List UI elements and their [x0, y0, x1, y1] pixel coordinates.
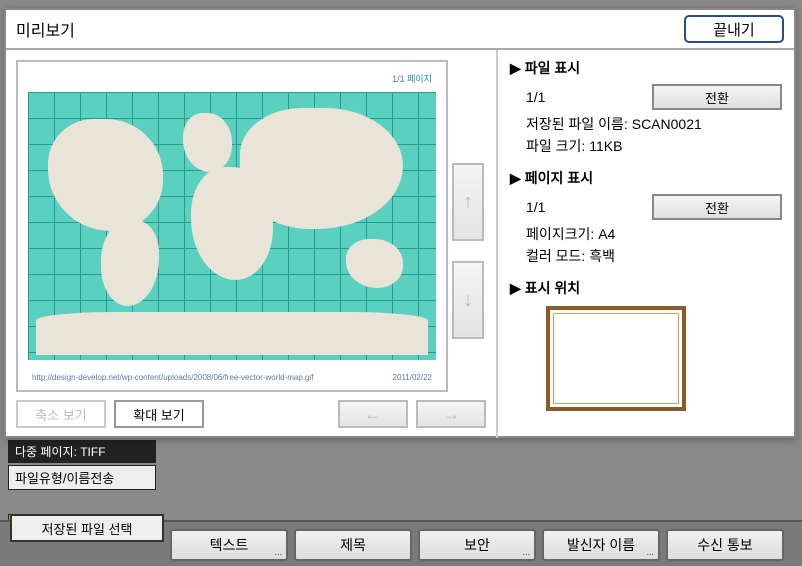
footer-receipt-button[interactable]: 수신 통보 [666, 529, 784, 561]
file-count: 1/1 [526, 89, 545, 105]
arrow-down-icon: ↓ [463, 289, 473, 312]
source-url: http://design-develop.net/wp-content/upl… [32, 373, 314, 382]
date-label: 2011/02/22 [393, 373, 432, 382]
page-count: 1/1 [526, 199, 545, 215]
triangle-right-icon: ▶ [510, 280, 521, 297]
footer-sender-button[interactable]: 발신자 이름... [542, 529, 660, 561]
page-size: 페이지크기: A4 [526, 224, 782, 244]
file-size: 파일 크기: 11KB [526, 136, 782, 156]
page-display-header: ▶ 페이지 표시 [510, 168, 782, 188]
display-position-header: ▶ 표시 위치 [510, 278, 782, 298]
footer-title-button[interactable]: 제목 [294, 529, 412, 561]
arrow-right-icon: → [442, 404, 460, 425]
file-switch-button[interactable]: 전환 [652, 84, 782, 110]
scroll-down-button[interactable]: ↓ [452, 261, 484, 339]
page-indicator: 1/1 페이지 [392, 72, 432, 85]
zoom-out-button[interactable]: 축소 보기 [16, 400, 106, 428]
footer-bar: 저장된 파일 선택 텍스트... 제목 보안... 발신자 이름... 수신 통… [0, 520, 802, 566]
page-switch-button[interactable]: 전환 [652, 194, 782, 220]
triangle-right-icon: ▶ [510, 170, 521, 187]
multi-page-label: 다중 페이지: TIFF [8, 440, 156, 463]
footer-text-button[interactable]: 텍스트... [170, 529, 288, 561]
saved-file-name: 저장된 파일 이름: SCAN0021 [526, 114, 782, 134]
file-type-button[interactable]: 파일유형/이름전송 [8, 465, 156, 490]
preview-image: 1/1 페이지 http://design-develop.net/wp-con… [16, 60, 448, 392]
next-page-button[interactable]: → [416, 400, 486, 428]
triangle-right-icon: ▶ [510, 60, 521, 77]
color-mode: 컬러 모드: 흑백 [526, 246, 782, 266]
footer-security-button[interactable]: 보안... [418, 529, 536, 561]
position-thumbnail[interactable] [546, 306, 686, 411]
dialog-title: 미리보기 [16, 17, 684, 41]
saved-file-select-button[interactable]: 저장된 파일 선택 [10, 514, 164, 542]
zoom-in-button[interactable]: 확대 보기 [114, 400, 204, 428]
arrow-left-icon: ← [364, 404, 382, 425]
world-map-image [28, 92, 436, 360]
scroll-up-button[interactable]: ↑ [452, 163, 484, 241]
prev-page-button[interactable]: ← [338, 400, 408, 428]
file-display-header: ▶ 파일 표시 [510, 58, 782, 78]
preview-dialog: 미리보기 끝내기 1/1 페이지 http:/ [4, 8, 796, 438]
finish-button[interactable]: 끝내기 [684, 15, 784, 43]
arrow-up-icon: ↑ [463, 191, 473, 214]
